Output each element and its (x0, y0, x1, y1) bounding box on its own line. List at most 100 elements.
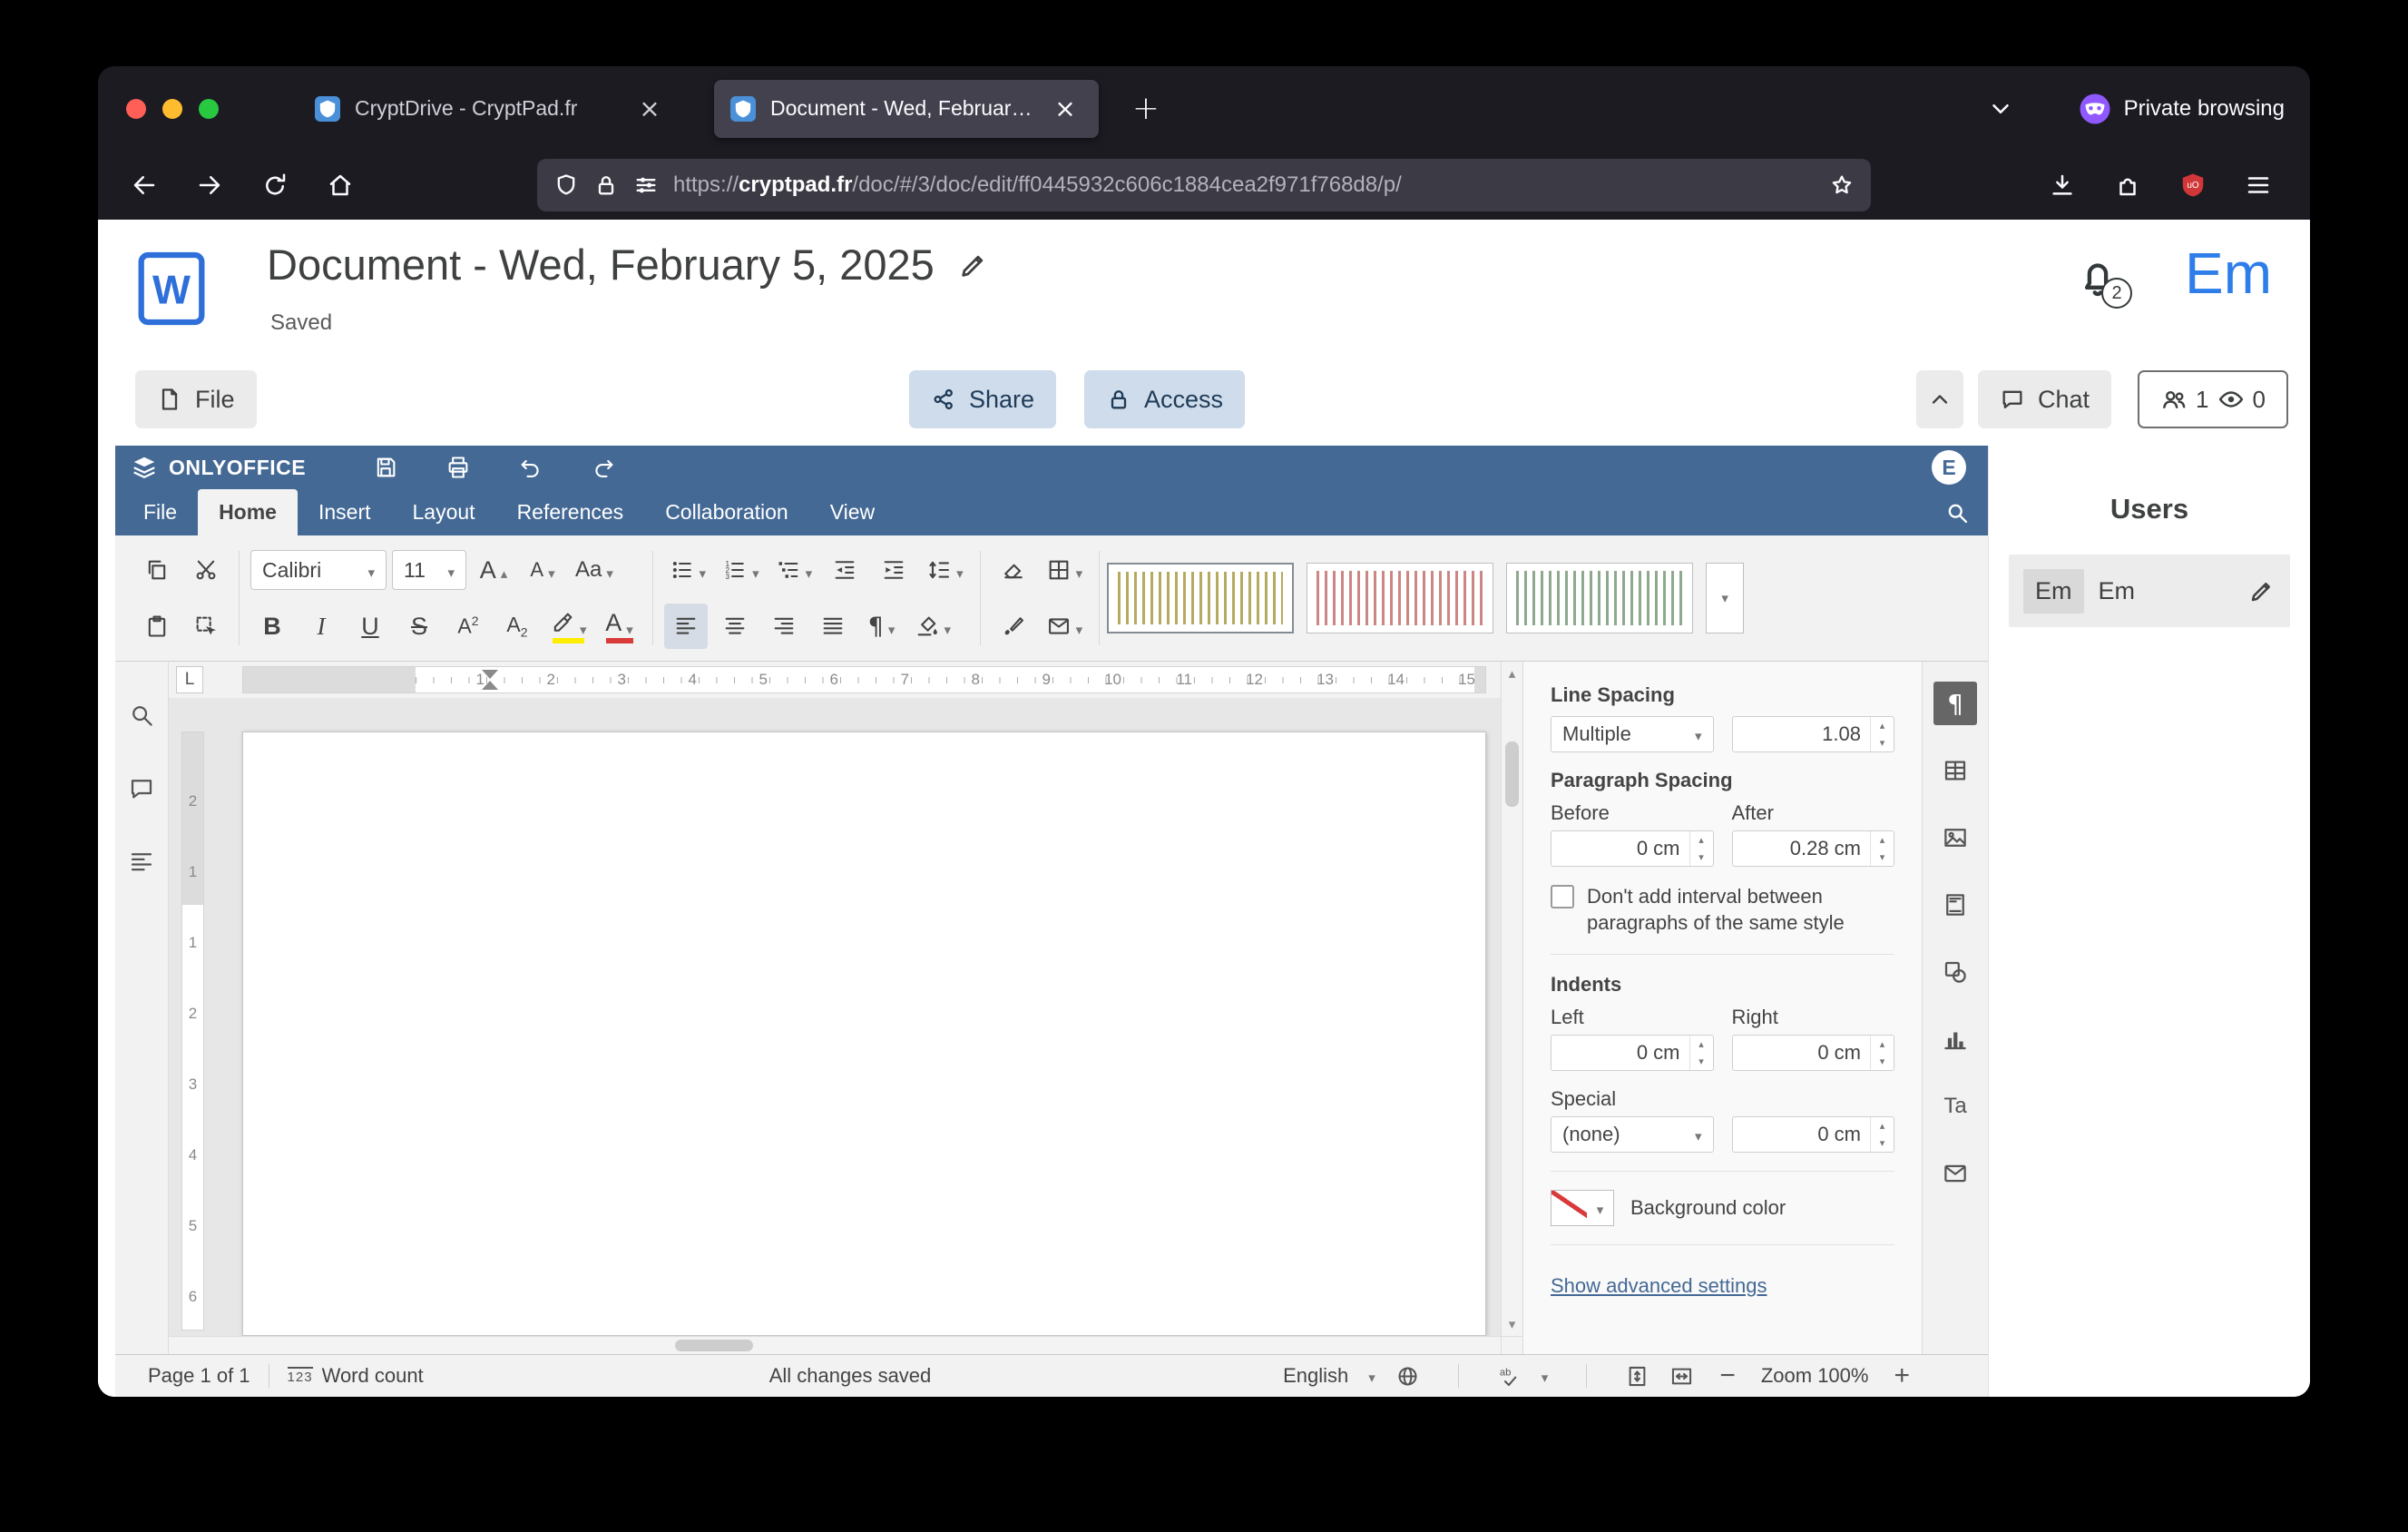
increase-font-button[interactable]: A (472, 547, 515, 593)
superscript-button[interactable]: A2 (446, 604, 490, 649)
window-minimize-button[interactable] (162, 99, 182, 119)
find-button[interactable] (128, 702, 155, 733)
mail-merge-button[interactable] (1041, 604, 1089, 649)
tab-close-icon[interactable] (1048, 92, 1082, 126)
font-name-combo[interactable]: Calibri (250, 550, 387, 590)
spin-down-icon[interactable] (1871, 1134, 1894, 1152)
tracking-protection-shield-icon[interactable] (553, 172, 579, 198)
url-bar[interactable]: https://cryptpad.fr/doc/#/3/doc/edit/ff0… (537, 159, 1871, 211)
vertical-ruler[interactable]: 21 123456 (181, 702, 204, 1336)
special-indent-select[interactable]: (none) (1551, 1116, 1714, 1153)
nonprinting-characters-button[interactable]: ¶ (860, 604, 904, 649)
horizontal-scroll-thumb[interactable] (675, 1340, 753, 1351)
browser-tab-cryptdrive[interactable]: CryptDrive - CryptPad.fr (299, 80, 683, 138)
bold-button[interactable]: B (250, 604, 294, 649)
menu-tab-layout[interactable]: Layout (392, 489, 496, 535)
spin-up-icon[interactable] (1690, 1036, 1713, 1053)
textart-settings-tab[interactable]: Ta (1933, 1085, 1977, 1128)
list-all-tabs-button[interactable] (1977, 85, 2024, 133)
checkbox[interactable] (1551, 885, 1574, 908)
no-interval-checkbox-row[interactable]: Don't add interval between paragraphs of… (1551, 883, 1894, 936)
spin-up-icon[interactable] (1871, 1036, 1894, 1053)
spin-up-icon[interactable] (1871, 1117, 1894, 1134)
paragraph-shading-button[interactable] (909, 604, 957, 649)
fit-width-icon[interactable] (1669, 1364, 1694, 1389)
subscript-button[interactable]: A2 (495, 604, 539, 649)
background-color-picker[interactable] (1551, 1190, 1614, 1226)
redo-button[interactable] (583, 447, 623, 487)
tab-stop-selector[interactable]: L (176, 666, 203, 693)
strikethrough-button[interactable]: S (397, 604, 441, 649)
menu-tab-references[interactable]: References (496, 489, 645, 535)
chart-settings-tab[interactable] (1933, 1017, 1977, 1061)
ublock-button[interactable]: uO (2168, 161, 2217, 210)
user-count-indicator[interactable]: 1 0 (2138, 370, 2288, 428)
edit-name-pencil-icon[interactable] (2248, 577, 2276, 604)
paste-button[interactable] (135, 604, 179, 649)
app-menu-button[interactable] (2234, 161, 2283, 210)
word-count-button[interactable]: Word count (322, 1364, 424, 1388)
notifications-bell-button[interactable]: 2 (2074, 254, 2125, 305)
window-maximize-button[interactable] (199, 99, 219, 119)
spin-up-icon[interactable] (1690, 831, 1713, 849)
scroll-up-arrow[interactable] (1502, 662, 1522, 685)
spin-up-icon[interactable] (1871, 717, 1894, 734)
menu-tab-insert[interactable]: Insert (298, 489, 392, 535)
vertical-scroll-thumb[interactable] (1505, 741, 1519, 807)
first-line-indent-marker[interactable] (482, 670, 498, 679)
style-preview-2[interactable] (1307, 563, 1493, 633)
image-settings-tab[interactable] (1933, 816, 1977, 859)
horizontal-ruler[interactable]: 123456789101112131415 (242, 666, 1486, 693)
menu-tab-view[interactable]: View (809, 489, 896, 535)
indent-left-spinner[interactable]: 0 cm (1551, 1035, 1714, 1071)
indent-markers[interactable] (482, 670, 498, 692)
spin-down-icon[interactable] (1871, 849, 1894, 866)
copy-style-button[interactable] (992, 604, 1035, 649)
copy-button[interactable] (135, 547, 179, 593)
align-center-button[interactable] (713, 604, 757, 649)
browser-tab-document[interactable]: Document - Wed, February 5, 2025 (714, 80, 1099, 138)
zoom-out-button[interactable]: − (1714, 1360, 1741, 1391)
special-indent-spinner[interactable]: 0 cm (1732, 1116, 1894, 1153)
editor-search-button[interactable] (1944, 489, 1970, 535)
bullet-list-button[interactable] (664, 547, 712, 593)
tab-close-icon[interactable] (632, 92, 667, 126)
chat-button[interactable]: Chat (1978, 370, 2111, 428)
numbered-list-button[interactable] (717, 547, 765, 593)
style-preview-1[interactable] (1107, 563, 1294, 633)
paragraph-settings-tab[interactable]: ¶ (1933, 682, 1977, 725)
decrease-font-button[interactable]: A (521, 547, 564, 593)
spin-down-icon[interactable] (1871, 1053, 1894, 1070)
collaborator-avatar[interactable]: E (1932, 450, 1966, 485)
font-color-button[interactable]: A (598, 604, 641, 649)
line-spacing-value-spinner[interactable]: 1.08 (1732, 716, 1894, 752)
spin-down-icon[interactable] (1871, 734, 1894, 751)
bookmark-star-icon[interactable] (1829, 172, 1855, 198)
italic-button[interactable]: I (299, 604, 343, 649)
spin-down-icon[interactable] (1690, 1053, 1713, 1070)
undo-button[interactable] (511, 447, 551, 487)
show-advanced-settings-link[interactable]: Show advanced settings (1551, 1274, 1767, 1298)
window-close-button[interactable] (126, 99, 146, 119)
change-case-button[interactable]: Aa (570, 547, 619, 593)
spacing-before-spinner[interactable]: 0 cm (1551, 830, 1714, 867)
back-button[interactable] (120, 161, 169, 210)
access-button[interactable]: Access (1084, 370, 1245, 428)
table-settings-tab[interactable] (1933, 749, 1977, 792)
highlight-color-button[interactable] (544, 604, 592, 649)
indent-right-spinner[interactable]: 0 cm (1732, 1035, 1895, 1071)
language-select[interactable]: English (1283, 1364, 1348, 1388)
shape-settings-tab[interactable] (1933, 950, 1977, 994)
select-all-button[interactable] (184, 604, 228, 649)
permissions-sliders-icon[interactable] (633, 172, 659, 198)
home-button[interactable] (316, 161, 365, 210)
spin-up-icon[interactable] (1871, 831, 1894, 849)
extensions-button[interactable] (2103, 161, 2152, 210)
zoom-in-button[interactable]: + (1888, 1360, 1915, 1391)
scroll-down-arrow[interactable] (1502, 1312, 1522, 1336)
align-left-button[interactable] (664, 604, 708, 649)
edit-title-pencil-icon[interactable] (958, 250, 989, 280)
clear-style-button[interactable] (992, 547, 1035, 593)
mail-merge-settings-tab[interactable] (1933, 1152, 1977, 1195)
line-spacing-select[interactable]: Multiple (1551, 716, 1714, 752)
